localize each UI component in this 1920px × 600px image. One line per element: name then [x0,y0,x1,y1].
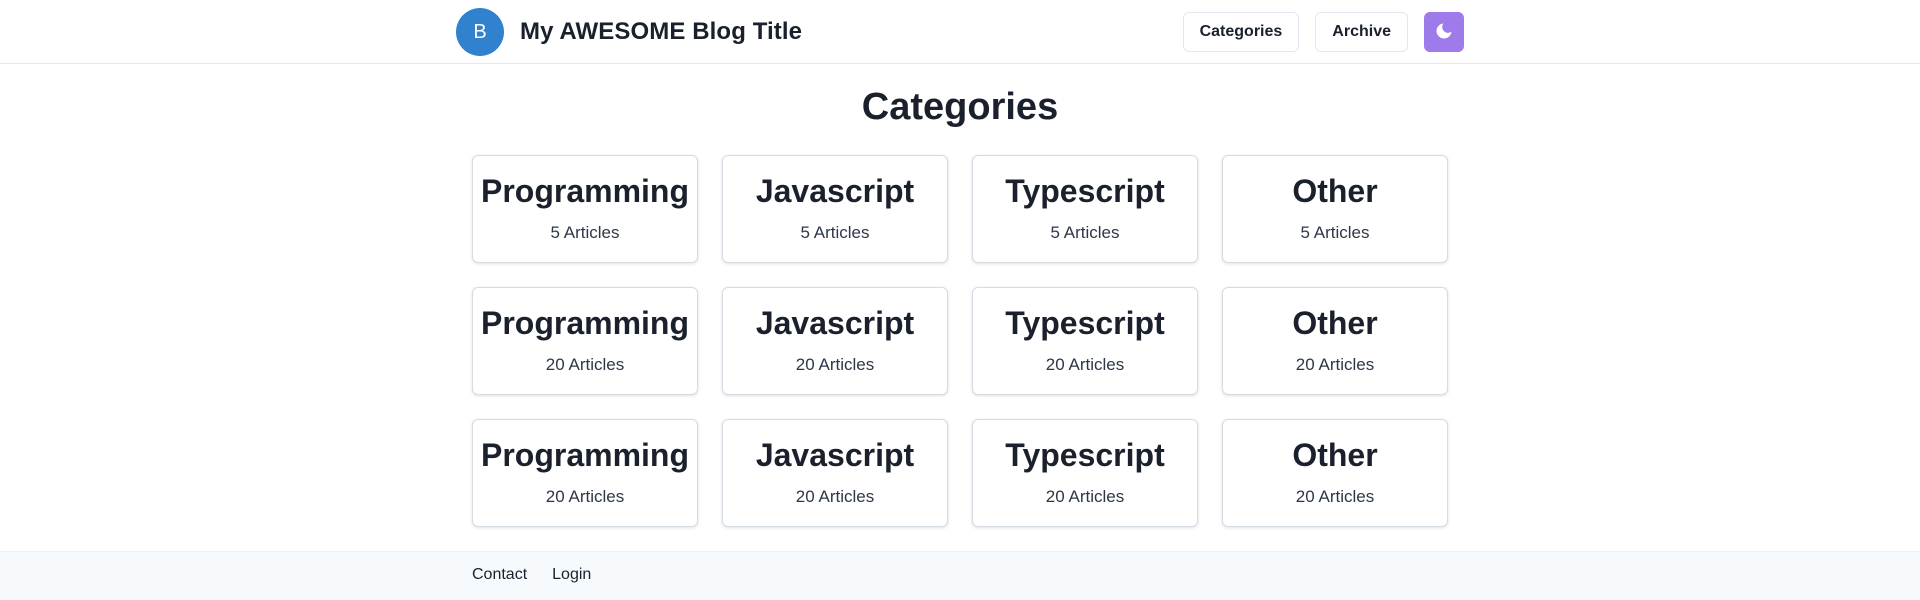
article-count: 5 Articles [1050,223,1120,242]
category-grid: Programming 5 Articles Javascript 5 Arti… [472,155,1448,527]
article-count: 20 Articles [1045,487,1125,506]
theme-toggle-button[interactable] [1424,12,1464,52]
category-name: Javascript [755,173,915,209]
category-card[interactable]: Programming 5 Articles [472,155,698,263]
category-card[interactable]: Javascript 20 Articles [722,419,948,527]
category-name: Typescript [1005,305,1165,341]
contact-link[interactable]: Contact [472,566,527,584]
category-card[interactable]: Other 20 Articles [1222,419,1448,527]
category-card[interactable]: Typescript 5 Articles [972,155,1198,263]
category-card[interactable]: Other 5 Articles [1222,155,1448,263]
avatar[interactable]: B [456,8,504,56]
login-link[interactable]: Login [552,566,591,584]
blog-title[interactable]: My AWESOME Blog Title [520,18,802,46]
category-name: Typescript [1005,437,1165,473]
article-count: 5 Articles [550,223,620,242]
category-name: Programming [480,305,690,341]
article-count: 20 Articles [795,487,875,506]
article-count: 20 Articles [1045,355,1125,374]
article-count: 20 Articles [545,487,625,506]
category-name: Programming [480,437,690,473]
category-name: Javascript [755,437,915,473]
category-name: Other [1292,173,1378,209]
main-nav: Categories Archive [1167,12,1464,52]
category-card[interactable]: Programming 20 Articles [472,287,698,395]
category-card[interactable]: Other 20 Articles [1222,287,1448,395]
archive-button[interactable]: Archive [1315,12,1408,52]
home-link[interactable]: B My AWESOME Blog Title [456,8,802,56]
category-name: Programming [480,173,690,209]
categories-button[interactable]: Categories [1182,12,1300,52]
category-name: Typescript [1005,173,1165,209]
category-card[interactable]: Javascript 20 Articles [722,287,948,395]
category-card[interactable]: Javascript 5 Articles [722,155,948,263]
article-count: 20 Articles [795,355,875,374]
site-footer: Contact Login [0,551,1920,600]
footer-links: Contact Login [472,566,616,584]
category-card[interactable]: Programming 20 Articles [472,419,698,527]
page-title: Categories [861,86,1059,128]
category-name: Other [1292,437,1378,473]
article-count: 20 Articles [1295,355,1375,374]
moon-icon [1434,21,1454,44]
article-count: 20 Articles [545,355,625,374]
category-name: Javascript [755,305,915,341]
article-count: 5 Articles [1300,223,1370,242]
article-count: 5 Articles [800,223,870,242]
site-header: B My AWESOME Blog Title Categories Archi… [0,0,1920,64]
category-name: Other [1292,305,1378,341]
category-card[interactable]: Typescript 20 Articles [972,419,1198,527]
category-card[interactable]: Typescript 20 Articles [972,287,1198,395]
article-count: 20 Articles [1295,487,1375,506]
